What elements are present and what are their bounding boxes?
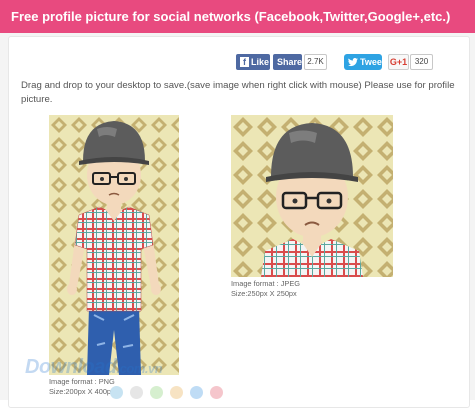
- avatar-head-image: [231, 115, 393, 277]
- save-instructions: Drag and drop to your desktop to save.(s…: [21, 80, 455, 105]
- image-size-jpeg: Size:250px X 250px: [231, 289, 297, 298]
- image-format-png: Image format : PNG: [49, 377, 115, 386]
- facebook-share-button[interactable]: Share: [273, 54, 302, 70]
- image-size-png: Size:200px X 400px: [49, 387, 115, 396]
- google-plus-button[interactable]: G+1: [388, 54, 409, 70]
- watermark-suffix: .com.vn: [116, 361, 163, 376]
- profile-picture-fullbody[interactable]: [49, 115, 179, 375]
- profile-picture-head[interactable]: [231, 115, 393, 277]
- color-swatch[interactable]: [210, 386, 223, 399]
- color-swatch[interactable]: [190, 386, 203, 399]
- share-label: Share: [277, 57, 303, 67]
- tweet-button[interactable]: Tweet: [344, 54, 385, 70]
- color-swatch[interactable]: [130, 386, 143, 399]
- color-swatch[interactable]: [150, 386, 163, 399]
- facebook-like-button[interactable]: f Like: [236, 54, 270, 70]
- watermark-logo: Download.com.vn: [25, 356, 163, 379]
- watermark-main: Download: [25, 356, 117, 378]
- share-count: 2.7K: [304, 54, 327, 70]
- image-format-jpeg: Image format : JPEG: [231, 279, 301, 288]
- tweet-label: Tweet: [360, 57, 385, 67]
- color-swatch[interactable]: [170, 386, 183, 399]
- color-swatch[interactable]: [110, 386, 123, 399]
- like-label: Like: [251, 57, 270, 67]
- page-title: Free profile picture for social networks…: [0, 0, 475, 33]
- facebook-icon: f: [240, 57, 249, 67]
- twitter-bird-icon: [348, 57, 358, 66]
- google-plus-count: 320: [410, 54, 433, 70]
- avatar-fullbody-image: [49, 115, 179, 375]
